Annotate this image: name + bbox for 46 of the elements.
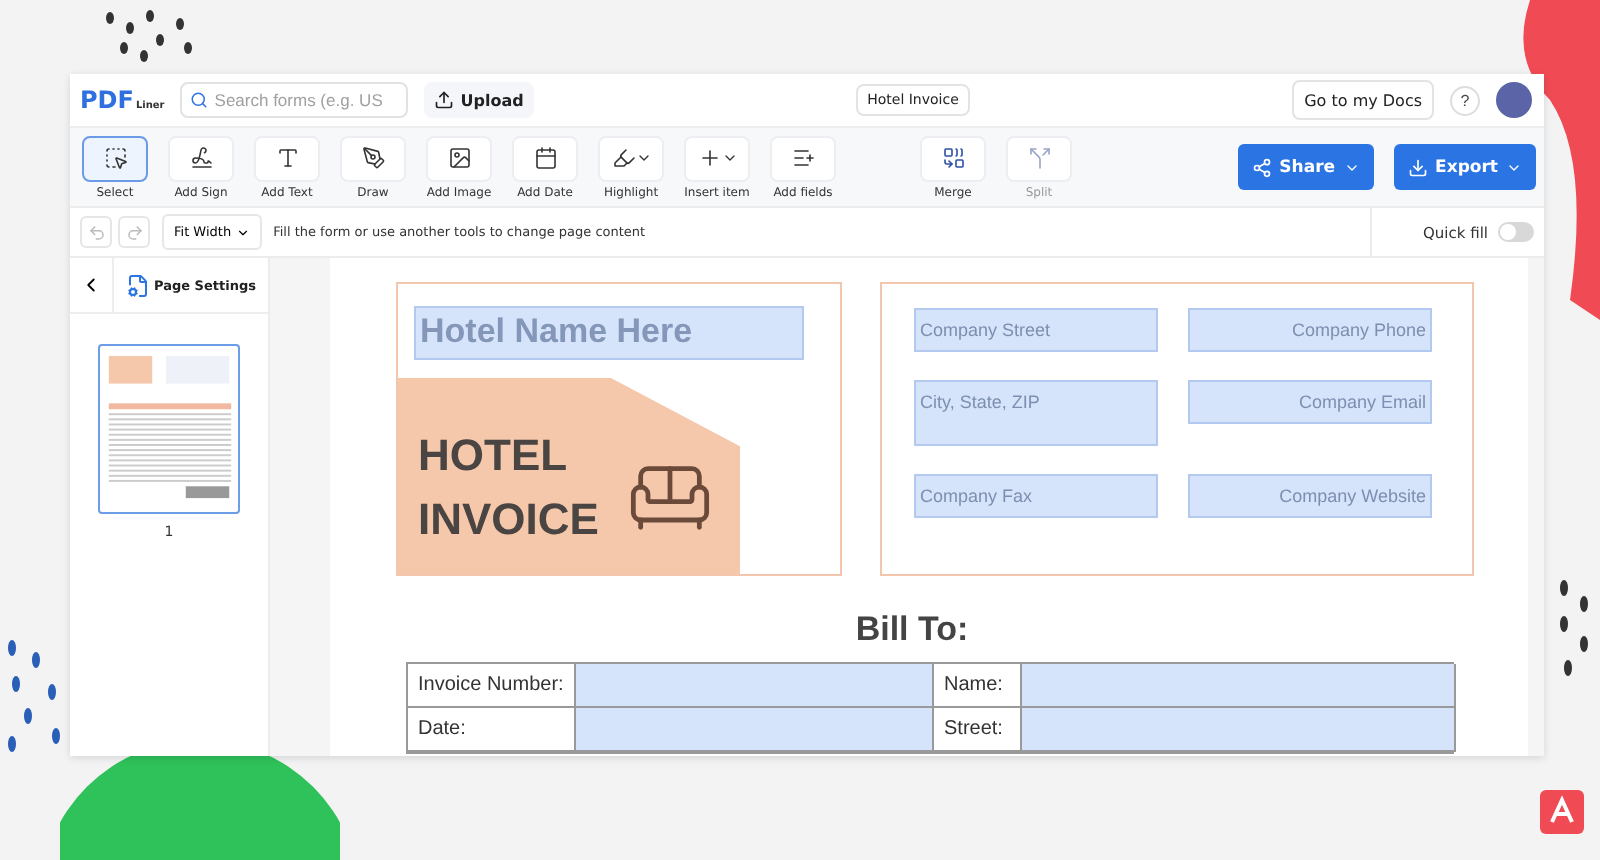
input-field[interactable] (1022, 664, 1456, 708)
input-field[interactable] (576, 708, 934, 752)
list-plus-icon (791, 146, 815, 170)
banner-title: HOTEL (418, 434, 570, 478)
company-field[interactable]: Company Website (1188, 474, 1432, 518)
help-button[interactable]: ? (1450, 85, 1481, 115)
hotel-name-field[interactable]: Hotel Name Here (414, 306, 804, 360)
input-field[interactable] (576, 664, 934, 708)
input-field[interactable] (1022, 708, 1456, 752)
quick-fill-toggle[interactable] (1498, 222, 1534, 242)
signature-icon (189, 146, 213, 170)
share-icon (1251, 157, 1272, 177)
highlighter-icon (611, 146, 635, 170)
redo-icon (125, 223, 143, 241)
calendar-icon (533, 146, 557, 170)
chevron-down-icon (235, 225, 250, 239)
undo-icon (87, 223, 105, 241)
chevron-down-icon (721, 150, 737, 166)
company-field[interactable]: Company Fax (914, 474, 1158, 518)
chevron-down-icon (635, 150, 651, 166)
go-to-docs-button[interactable]: Go to my Docs (1292, 80, 1435, 120)
split-icon (1027, 146, 1051, 170)
company-field[interactable]: City, State, ZIP (914, 380, 1158, 446)
avatar[interactable] (1496, 82, 1533, 118)
merge-icon (941, 146, 965, 170)
company-field[interactable]: Company Phone (1188, 308, 1432, 352)
page-settings-icon (126, 273, 150, 297)
select-icon (103, 146, 127, 170)
banner-title: INVOICE (418, 498, 599, 542)
company-field[interactable]: Company Street (914, 308, 1158, 352)
share-button[interactable]: Share (1237, 144, 1374, 190)
undo-button[interactable] (80, 216, 112, 248)
redo-button[interactable] (118, 216, 150, 248)
download-icon (1407, 157, 1428, 177)
search-field[interactable]: Search forms (e.g. US (180, 82, 409, 118)
logo-icon (1540, 790, 1584, 834)
upload-button[interactable]: Upload (424, 82, 534, 118)
text-icon (275, 146, 299, 170)
plus-icon (697, 146, 721, 170)
bill-to-heading: Bill To: (853, 610, 971, 650)
export-button[interactable]: Export (1393, 144, 1536, 190)
upload-icon (434, 90, 455, 110)
company-field[interactable]: Company Email (1188, 380, 1432, 424)
image-icon (447, 146, 471, 170)
search-icon (190, 90, 209, 110)
pen-icon (361, 146, 385, 170)
